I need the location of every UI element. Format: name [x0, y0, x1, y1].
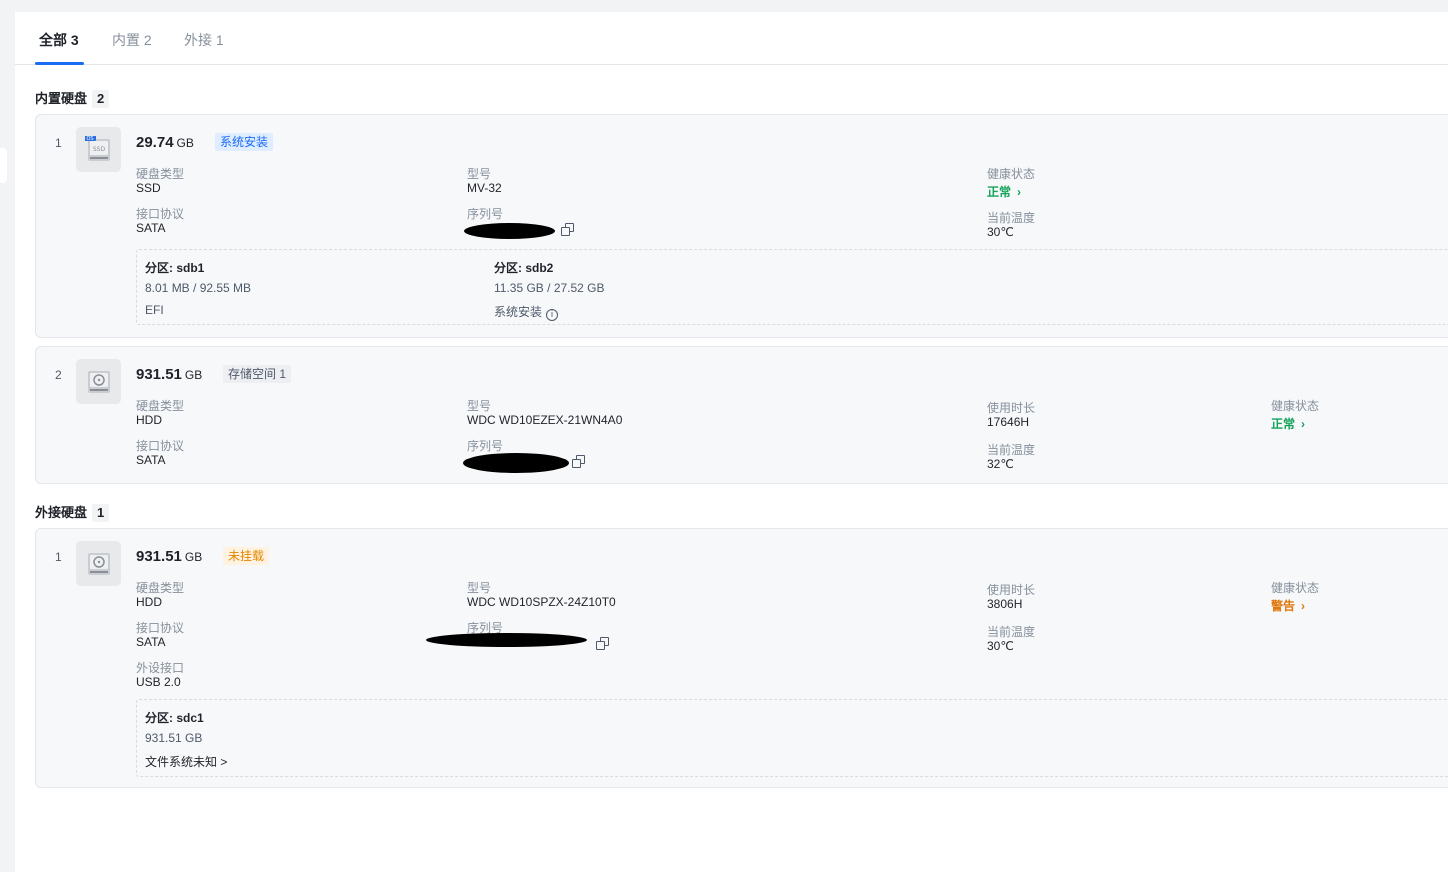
copy-icon[interactable] [596, 637, 610, 651]
chevron-right-icon: › [1301, 417, 1306, 431]
hdd-icon [76, 359, 121, 404]
active-tab-indicator [35, 62, 84, 65]
interface-value: SATA [136, 635, 166, 649]
health-status-text: 正常 [987, 185, 1012, 199]
filesystem-unknown-link[interactable]: 文件系统未知 > [145, 753, 227, 770]
disk-capacity: 29.74 GB [136, 134, 194, 151]
serial-label: 序列号 [467, 439, 504, 453]
temp-value: 32℃ [987, 457, 1014, 471]
hdd-icon [76, 541, 121, 586]
usage-time-label: 使用时长 [987, 583, 1036, 597]
model-value: MV-32 [467, 181, 502, 195]
temp-label: 当前温度 [987, 625, 1036, 639]
ext-port-value: USB 2.0 [136, 675, 181, 689]
chevron-right-icon: › [1301, 599, 1306, 613]
ext-port-label: 外设接口 [136, 661, 185, 675]
partition-box: 分区: sdb1 8.01 MB / 92.55 MB EFI 分区: sdb2… [136, 249, 1448, 325]
capacity-unit: GB [176, 136, 194, 150]
health-status-text: 警告 [1271, 599, 1296, 613]
model-label: 型号 [467, 167, 492, 181]
health-label: 健康状态 [987, 167, 1036, 181]
disk-type-label: 硬盘类型 [136, 399, 185, 413]
section-count-badge: 2 [92, 90, 110, 108]
ssd-os-icon: SSD OS [76, 127, 121, 172]
capacity-unit: GB [184, 550, 203, 564]
section-count-badge: 1 [92, 504, 110, 522]
health-label: 健康状态 [1271, 399, 1320, 413]
partition-title: 分区: sdb1 [145, 261, 205, 275]
health-status-link[interactable]: 正常 › [987, 183, 1021, 200]
model-label: 型号 [467, 581, 492, 595]
disk-type-value: HDD [136, 413, 162, 427]
model-value: WDC WD10EZEX-21WN4A0 [467, 413, 623, 427]
partition-desc-text: 系统安装 [494, 305, 543, 319]
partition-usage: 931.51 GB [145, 731, 203, 745]
capacity-value: 931.51 [136, 366, 182, 383]
disk-card: 2 931.51 GB 存储空间 1 硬盘类型 HDD 接口协议 SATA 型号 … [35, 346, 1448, 484]
partition-title: 分区: sdb2 [494, 261, 554, 275]
interface-value: SATA [136, 453, 166, 467]
model-value: WDC WD10SPZX-24Z10T0 [467, 595, 616, 609]
partition-usage: 8.01 MB / 92.55 MB [145, 281, 252, 295]
disk-index: 1 [55, 550, 62, 564]
partition-desc: EFI [145, 303, 164, 317]
capacity-value: 29.74 [136, 134, 174, 151]
interface-label: 接口协议 [136, 621, 185, 635]
model-label: 型号 [467, 399, 492, 413]
serial-redaction [463, 453, 569, 473]
serial-label: 序列号 [467, 207, 504, 221]
health-status-link[interactable]: 警告 › [1271, 597, 1305, 614]
partition-title: 分区: sdc1 [145, 711, 204, 725]
status-badge: 系统安装 [215, 133, 274, 151]
health-status-link[interactable]: 正常 › [1271, 415, 1305, 432]
serial-redaction [464, 223, 555, 239]
partition-box: 分区: sdc1 931.51 GB 文件系统未知 > [136, 699, 1448, 777]
external-section-title: 外接硬盘 1 [35, 502, 110, 522]
temp-label: 当前温度 [987, 443, 1036, 457]
usage-time-label: 使用时长 [987, 401, 1036, 415]
filter-tabs: 全部 3 内置 2 外接 1 [15, 12, 1448, 65]
tab-external[interactable]: 外接 1 [184, 30, 224, 50]
capacity-value: 931.51 [136, 548, 182, 565]
disk-list-panel: 全部 3 内置 2 外接 1 内置硬盘 2 1 SSD OS 29.74 GB 系统… [15, 12, 1448, 872]
status-badge: 存储空间 1 [223, 365, 292, 383]
capacity-unit: GB [184, 368, 203, 382]
svg-text:SSD: SSD [93, 146, 106, 153]
partition-usage: 11.35 GB / 27.52 GB [494, 281, 605, 295]
disk-capacity: 931.51 GB [136, 366, 202, 383]
status-badge: 未挂载 [223, 547, 270, 565]
disk-type-label: 硬盘类型 [136, 167, 185, 181]
copy-icon[interactable] [572, 455, 586, 469]
side-collapse-handle[interactable] [0, 148, 7, 183]
serial-redaction [426, 633, 587, 647]
copy-icon[interactable] [561, 223, 575, 237]
usage-time-value: 3806H [987, 597, 1023, 611]
temp-value: 30℃ [987, 225, 1014, 239]
health-label: 健康状态 [1271, 581, 1320, 595]
interface-label: 接口协议 [136, 439, 185, 453]
disk-card: 1 SSD OS 29.74 GB 系统安装 硬盘类型 SSD 接口协议 SATA… [35, 114, 1448, 338]
health-status-text: 正常 [1271, 417, 1296, 431]
disk-capacity: 931.51 GB [136, 548, 202, 565]
info-icon[interactable]: i [546, 309, 559, 321]
svg-text:OS: OS [86, 136, 93, 142]
section-title-text: 内置硬盘 [35, 91, 88, 106]
disk-index: 2 [55, 368, 62, 382]
interface-value: SATA [136, 221, 166, 235]
section-title-text: 外接硬盘 [35, 505, 88, 520]
partition-desc: 系统安装 i [494, 303, 559, 321]
disk-type-value: HDD [136, 595, 162, 609]
disk-index: 1 [55, 136, 62, 150]
usage-time-value: 17646H [987, 415, 1030, 429]
chevron-right-icon: › [1017, 185, 1022, 199]
disk-type-label: 硬盘类型 [136, 581, 185, 595]
tab-internal[interactable]: 内置 2 [112, 30, 152, 50]
internal-section-title: 内置硬盘 2 [35, 88, 110, 108]
temp-value: 30℃ [987, 639, 1014, 653]
disk-type-value: SSD [136, 181, 161, 195]
tab-all[interactable]: 全部 3 [39, 30, 79, 50]
temp-label: 当前温度 [987, 211, 1036, 225]
disk-card: 1 931.51 GB 未挂载 硬盘类型 HDD 接口协议 SATA 外设接口 U… [35, 528, 1448, 788]
interface-label: 接口协议 [136, 207, 185, 221]
